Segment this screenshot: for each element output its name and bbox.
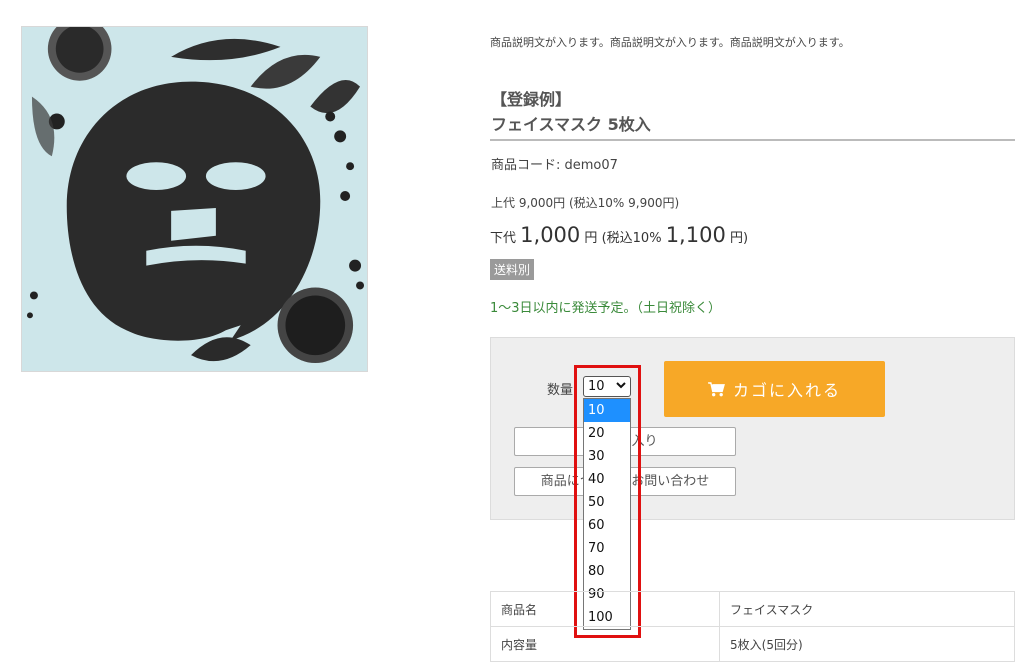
registration-example-label: 【登録例】 [491,90,572,109]
retail-price: 上代 9,000円 (税込10% 9,900円) [491,196,680,210]
product-image [21,26,368,372]
wholesale-yen: 円 [584,231,598,246]
product-title: フェイスマスク 5枚入 [491,115,651,134]
product-description: 商品説明文が入ります。商品説明文が入ります。商品説明文が入ります。 [490,36,850,49]
wholesale-tax-suffix: 円) [729,231,749,246]
wholesale-label: 下代 [490,231,517,246]
table-row: 商品名 フェイスマスク [490,591,1015,627]
spec-value: 5枚入(5回分) [719,626,1015,662]
product-code: 商品コード: demo07 [491,158,618,173]
spec-table: 商品名 フェイスマスク 内容量 5枚入(5回分) [490,591,1015,662]
shipping-badge: 送料別 [490,259,535,280]
wholesale-price-value: 1,000 [520,223,581,247]
add-to-cart-button[interactable]: カゴに入れる [664,361,885,417]
cart-icon [708,381,725,396]
spec-key: 商品名 [490,591,720,627]
wholesale-tax-prefix: (税込10% [601,231,662,246]
shipping-note: 1〜3日以内に発送予定。（土日祝除く） [490,301,722,316]
wholesale-tax-price: 1,100 [665,223,726,247]
quantity-label: 数量: [547,383,578,398]
add-to-cart-label: カゴに入れる [732,381,841,400]
title-divider [490,139,1015,141]
table-row: 内容量 5枚入(5回分) [490,626,1015,662]
spec-key: 内容量 [490,626,720,662]
wholesale-price: 下代 1,000 円 (税込10% 1,100 円) [490,223,748,247]
spec-value: フェイスマスク [719,591,1015,627]
